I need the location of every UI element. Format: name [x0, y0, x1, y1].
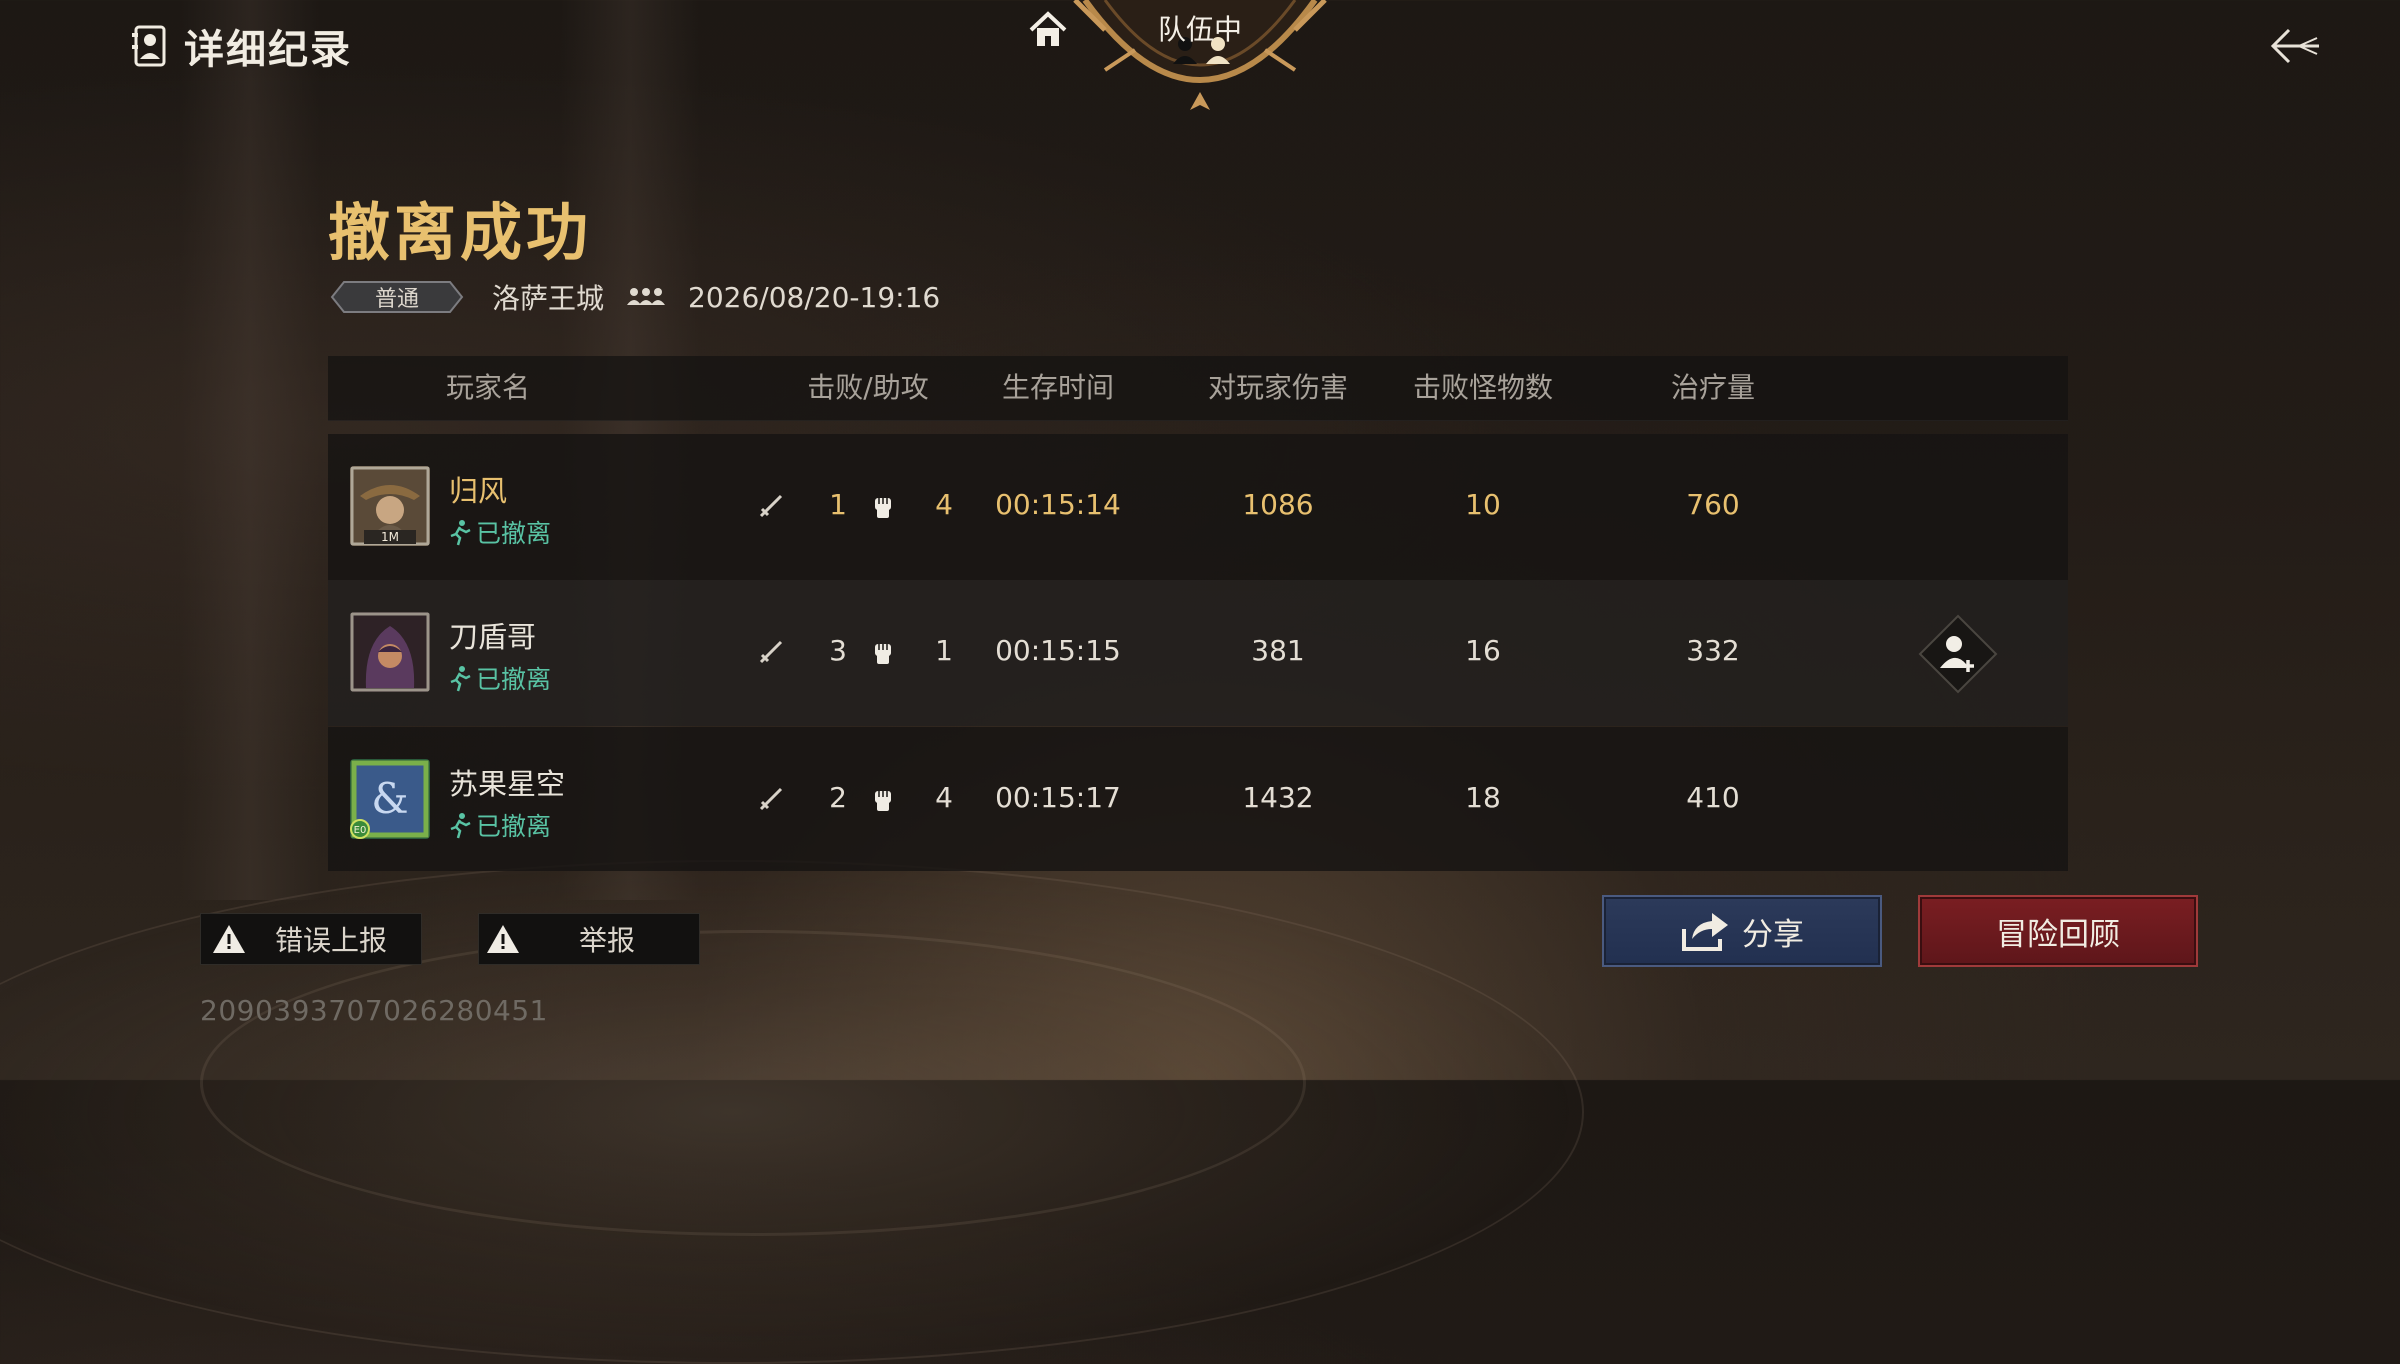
home-icon[interactable]	[1027, 8, 1069, 50]
error-report-label: 错误上报	[275, 924, 388, 957]
running-icon	[450, 813, 471, 839]
status-label: 已撤离	[476, 812, 552, 841]
adventure-review-button[interactable]: 冒险回顾	[1918, 895, 2198, 967]
table-row: & E0 苏果星空 已撤离 2 4 00:15:17 1432 18 410	[328, 727, 2068, 871]
adventure-review-label: 冒险回顾	[1996, 916, 2120, 953]
player-name: 归风	[449, 474, 508, 508]
journal-icon	[132, 25, 166, 67]
assists-value: 4	[935, 781, 953, 814]
background-pillar	[180, 0, 320, 900]
table-row: 1M 归风 已撤离 1 4 00:15:14 1086 10 760	[328, 434, 2068, 580]
player-avatar[interactable]: 1M	[350, 466, 430, 546]
player-status: 已撤离	[446, 660, 551, 696]
survival-time: 00:15:15	[995, 634, 1121, 667]
match-info-row: 普通 洛萨王城 2026/08/20-19:16	[330, 275, 940, 319]
monsters-defeated: 16	[1465, 634, 1501, 667]
team-status-label: 队伍中	[1157, 13, 1242, 46]
page-header: 详细纪录	[130, 16, 352, 76]
player-name: 刀盾哥	[449, 620, 537, 654]
sword-icon	[759, 640, 783, 664]
healing-amount: 410	[1686, 781, 1740, 814]
assists-value: 1	[935, 634, 953, 667]
team-icon	[627, 288, 666, 305]
healing-amount: 332	[1686, 634, 1740, 667]
fist-icon	[875, 498, 891, 518]
status-label: 已撤离	[476, 665, 552, 694]
healing-amount: 760	[1686, 488, 1740, 521]
share-button[interactable]: 分享	[1602, 895, 1882, 967]
status-label: 已撤离	[476, 519, 552, 548]
column-header: 治疗量	[1670, 371, 1755, 404]
warning-icon	[487, 925, 519, 953]
monsters-defeated: 18	[1465, 781, 1501, 814]
back-button[interactable]	[2260, 18, 2330, 74]
warning-icon	[213, 925, 245, 953]
table-row: 刀盾哥 已撤离 3 1 00:15:15 381 16 332	[328, 580, 2068, 726]
player-name: 苏果星空	[449, 767, 566, 801]
back-arrow-icon	[2270, 28, 2319, 64]
kills-value: 1	[829, 488, 847, 521]
avatar-badge: 1M	[381, 530, 399, 544]
result-title: 撤离成功	[328, 196, 593, 269]
running-icon	[450, 520, 471, 546]
sword-icon	[759, 787, 783, 811]
fist-icon	[875, 644, 891, 664]
player-avatar[interactable]: & E0	[350, 759, 430, 839]
share-icon	[1682, 913, 1728, 951]
add-friend-button[interactable]	[1918, 614, 1998, 694]
table-header: 玩家名 击败/助攻 生存时间 对玩家伤害 击败怪物数 治疗量	[328, 356, 2068, 421]
background-emblem-ring	[200, 930, 1306, 1236]
kills-value: 2	[829, 781, 847, 814]
player-status: 已撤离	[446, 807, 551, 843]
player-damage: 1086	[1242, 488, 1314, 521]
match-datetime: 2026/08/20-19:16	[688, 280, 941, 314]
report-button[interactable]: 举报	[478, 913, 700, 965]
report-label: 举报	[579, 924, 636, 957]
survival-time: 00:15:14	[995, 488, 1121, 521]
assists-value: 4	[935, 488, 953, 521]
column-header: 玩家名	[445, 371, 530, 404]
mode-badge: 普通	[330, 279, 464, 315]
page-title: 详细纪录	[184, 27, 352, 73]
map-name: 洛萨王城	[492, 282, 605, 315]
column-header: 生存时间	[1001, 371, 1114, 404]
record-id: 2090393707026280451	[200, 994, 548, 1027]
column-header: 对玩家伤害	[1207, 371, 1348, 404]
player-damage: 1432	[1242, 781, 1314, 814]
column-header: 击败/助攻	[807, 371, 929, 404]
avatar-badge: E0	[354, 825, 367, 836]
column-header: 击败怪物数	[1412, 371, 1553, 404]
error-report-button[interactable]: 错误上报	[200, 913, 422, 965]
player-avatar[interactable]	[350, 612, 430, 692]
kills-value: 3	[829, 634, 847, 667]
player-status: 已撤离	[446, 514, 551, 550]
share-label: 分享	[1742, 916, 1804, 953]
running-icon	[450, 666, 471, 692]
player-damage: 381	[1251, 634, 1305, 667]
fist-icon	[875, 791, 891, 811]
survival-time: 00:15:17	[995, 781, 1121, 814]
svg-text:&: &	[371, 774, 408, 823]
sword-icon	[759, 494, 783, 518]
monsters-defeated: 10	[1465, 488, 1501, 521]
mode-label: 普通	[374, 287, 419, 312]
